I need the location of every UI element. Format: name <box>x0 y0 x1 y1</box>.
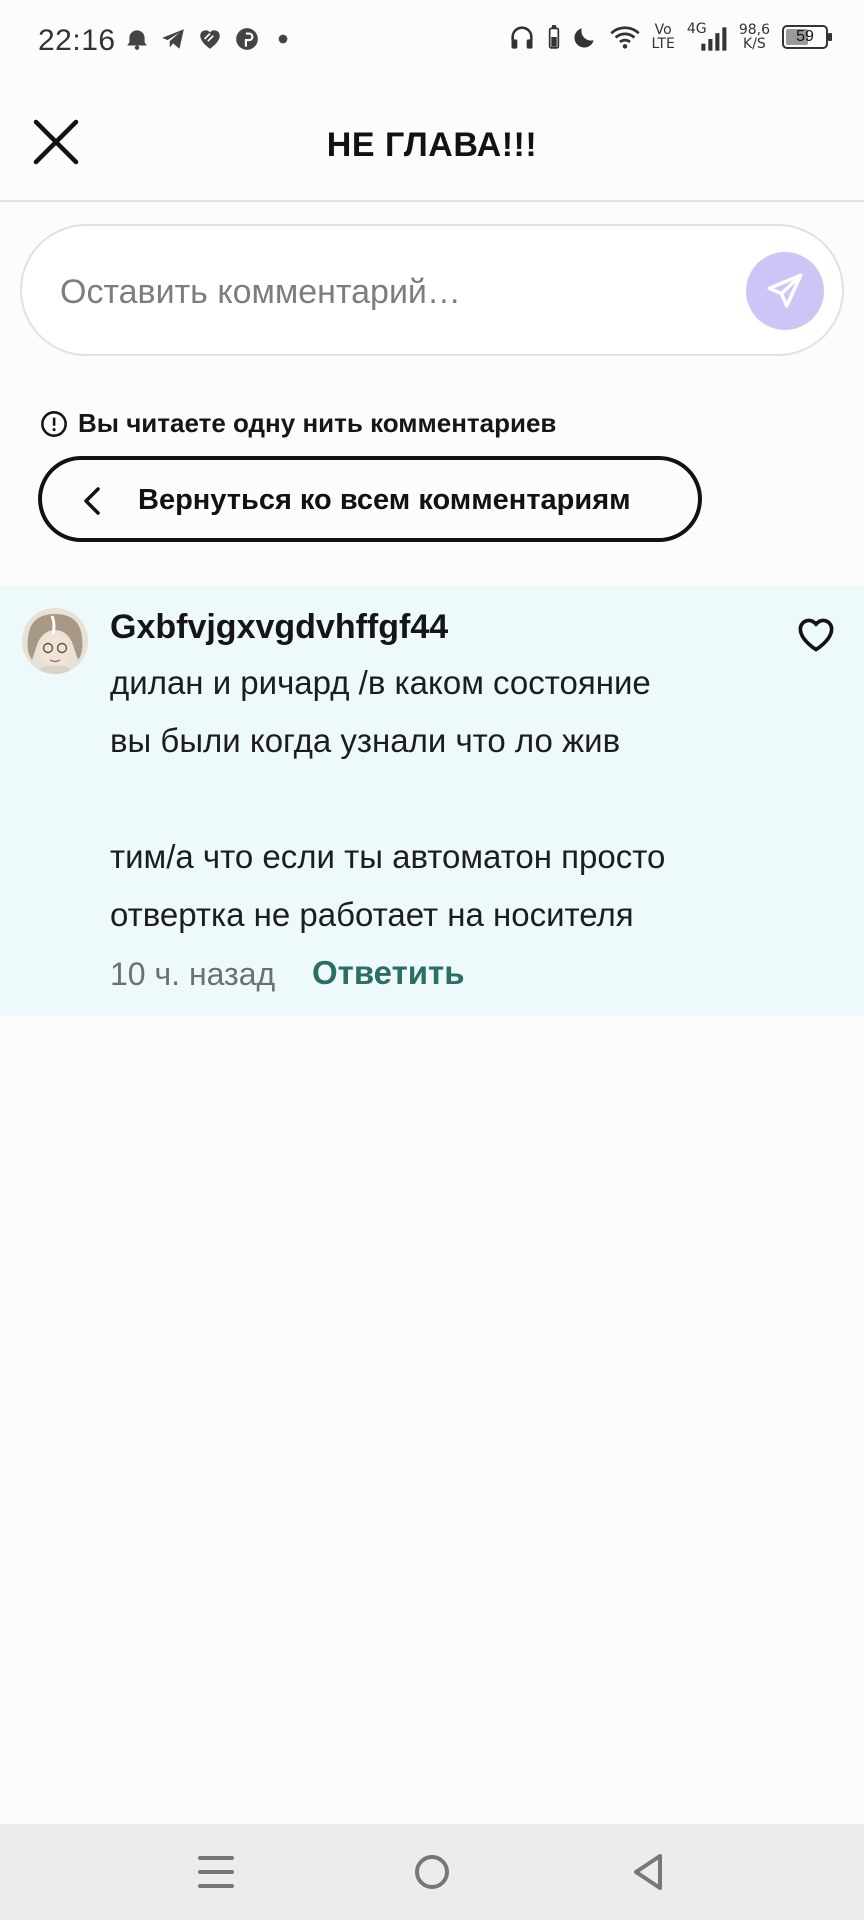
volte-indicator: Vo LTE <box>652 23 675 51</box>
thread-notice: Вы читаете одну нить комментариев <box>40 408 556 439</box>
comment-timestamp: 10 ч. назад <box>110 956 276 992</box>
back-to-all-comments-label: Вернуться ко всем комментариям <box>138 484 631 516</box>
thread-notice-text: Вы читаете одну нить комментариев <box>78 408 557 438</box>
comment-text-line: вы были когда узнали что ло жив <box>110 722 621 759</box>
send-icon <box>767 273 803 308</box>
home-icon <box>415 1855 449 1889</box>
signal-group: 4G <box>687 22 727 52</box>
net-speed: 98,6 K/S <box>739 23 770 51</box>
page-title: НЕ ГЛАВА!!! <box>326 126 538 164</box>
alarm-icon <box>127 30 147 50</box>
battery-level: 59 <box>796 28 814 45</box>
back-to-all-comments-button[interactable]: Вернуться ко всем комментариям <box>38 456 702 542</box>
nav-home-button[interactable] <box>406 1846 458 1898</box>
net-speed-value: 98,6 <box>738 22 770 38</box>
system-nav-bar <box>0 1824 864 1920</box>
comment-input[interactable] <box>58 256 742 328</box>
telegram-icon <box>162 29 184 49</box>
nav-menu-button[interactable] <box>190 1846 242 1898</box>
net-speed-unit: K/S <box>743 36 766 52</box>
signal-icon <box>701 27 727 51</box>
app-header: НЕ ГЛАВА!!! <box>0 86 864 202</box>
comment-text-line: тим/а что если ты автоматон просто <box>110 838 666 875</box>
info-icon <box>41 410 67 437</box>
headphones-icon <box>510 26 533 49</box>
comment-text-line: отвертка не работает на носителя <box>110 896 634 933</box>
heart-icon <box>798 618 834 652</box>
moon-icon <box>574 28 594 48</box>
system-icons: Vo LTE 4G 98,6 K/S 59 <box>508 22 832 52</box>
status-bar: 22:16 Vo LTE 4G 98,6 K/S 59 <box>0 0 864 86</box>
like-button[interactable] <box>794 612 838 656</box>
wifi-icon <box>609 26 640 49</box>
chevron-left-icon <box>84 487 100 515</box>
volte-bottom: LTE <box>651 36 675 52</box>
reply-button[interactable]: Ответить <box>312 954 465 992</box>
pinterest-icon <box>236 28 258 50</box>
dot-icon <box>278 34 288 44</box>
heart-app-icon <box>200 30 220 49</box>
avatar-image <box>22 608 88 674</box>
battery-saver-icon <box>548 25 559 49</box>
battery-icon: 59 <box>782 25 832 49</box>
comment-author[interactable]: Gxbfvjgxvgdvhffgf44 <box>110 608 448 647</box>
comment-item: Gxbfvjgxvgdvhffgf44 дилан и ричард /в ка… <box>0 586 864 1016</box>
volte-top: Vo <box>654 22 672 38</box>
notification-icons <box>124 26 296 52</box>
nav-back-button[interactable] <box>622 1846 674 1898</box>
comment-text-line: дилан и ричард /в каком состояние <box>110 664 651 701</box>
back-icon <box>634 1854 662 1890</box>
menu-icon <box>198 1856 234 1888</box>
status-time: 22:16 <box>38 24 116 57</box>
comment-composer <box>20 224 844 356</box>
avatar[interactable] <box>22 608 88 674</box>
send-button[interactable] <box>746 252 824 330</box>
